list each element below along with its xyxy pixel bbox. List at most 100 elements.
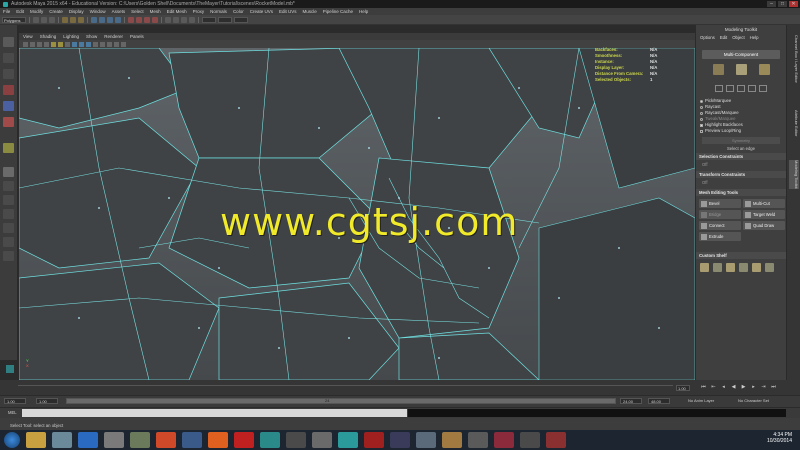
bevel-button[interactable]: Bevel: [699, 199, 741, 208]
target-weld-button[interactable]: Target Weld: [743, 210, 785, 219]
shelf-tool-icon[interactable]: [726, 263, 735, 272]
menu-help[interactable]: Help: [359, 9, 368, 14]
ipr-render-icon[interactable]: [181, 16, 187, 23]
layout-four-icon[interactable]: [3, 181, 14, 191]
screen-recorder-icon[interactable]: [546, 432, 566, 448]
render-icon[interactable]: [173, 16, 179, 23]
play-forwards-icon[interactable]: ▶: [740, 384, 747, 391]
menu-mesh[interactable]: Mesh: [150, 9, 161, 14]
toolkit-menu-edit[interactable]: Edit: [720, 35, 727, 40]
menu-window[interactable]: Window: [90, 9, 106, 14]
misc-app-icon[interactable]: [442, 432, 462, 448]
step-back-frame-icon[interactable]: ◂: [720, 384, 727, 391]
save-scene-icon[interactable]: [49, 16, 55, 23]
custom-shelf-header[interactable]: Custom Shelf: [696, 252, 786, 259]
wireframe-icon[interactable]: [72, 41, 77, 47]
vertex-mode-icon[interactable]: [712, 64, 724, 75]
maximize-button[interactable]: □: [778, 1, 787, 7]
edge-mask-icon[interactable]: [99, 16, 105, 23]
layout-side-icon[interactable]: [3, 195, 14, 205]
rotate-tool-icon[interactable]: [3, 101, 14, 111]
panel-menu-shading[interactable]: Shading: [40, 34, 57, 39]
extrude-button[interactable]: Extrude: [699, 232, 741, 241]
menu-muscle[interactable]: Muscle: [302, 9, 316, 14]
safe-action-icon[interactable]: [65, 41, 70, 47]
multi-cut-button[interactable]: Multi-Cut: [743, 199, 785, 208]
step-forward-frame-icon[interactable]: ▸: [750, 384, 757, 391]
layout-outliner-icon[interactable]: [3, 223, 14, 233]
edge-mode-icon[interactable]: [735, 64, 747, 75]
menu-display[interactable]: Display: [69, 9, 84, 14]
menu-file[interactable]: File: [3, 9, 10, 14]
film-gate-icon[interactable]: [51, 41, 56, 47]
tab-channel-box[interactable]: Channel Box / Layer Editor: [789, 35, 799, 83]
camera-attributes-icon[interactable]: [23, 41, 28, 47]
snap-grid-icon[interactable]: [128, 16, 134, 23]
anim-start-field[interactable]: 1.00: [4, 398, 26, 404]
animation-preferences-icon[interactable]: [6, 365, 14, 373]
maya-icon[interactable]: [338, 432, 358, 448]
render-settings-icon[interactable]: [189, 16, 195, 23]
face-mode-icon[interactable]: [758, 64, 770, 75]
menu-create-uvs[interactable]: Create UVs: [250, 9, 273, 14]
step-forward-key-icon[interactable]: ⇥: [760, 384, 767, 391]
lights-icon[interactable]: [100, 41, 105, 47]
snap-surface-icon[interactable]: [152, 16, 158, 23]
menu-pipeline-cache[interactable]: Pipeline Cache: [323, 9, 353, 14]
y-field[interactable]: [218, 16, 232, 23]
layout-graph-icon[interactable]: [3, 251, 14, 261]
menu-assets[interactable]: Assets: [112, 9, 126, 14]
menu-color[interactable]: Color: [233, 9, 244, 14]
tool-app-icon[interactable]: [312, 432, 332, 448]
media-player-icon[interactable]: [78, 432, 98, 448]
tab-attribute-editor[interactable]: Attribute Editor: [789, 110, 799, 136]
panel-menu-renderer[interactable]: Renderer: [104, 34, 123, 39]
menu-edit-uvs[interactable]: Edit UVs: [279, 9, 297, 14]
firefox-icon[interactable]: [208, 432, 228, 448]
layout-hypershade-icon[interactable]: [3, 237, 14, 247]
select-hierarchy-icon[interactable]: [62, 16, 68, 23]
selection-constraints-header[interactable]: Selection Constraints: [696, 153, 786, 160]
bridge-button[interactable]: Bridge: [699, 210, 741, 219]
command-input[interactable]: [22, 409, 407, 417]
menu-create[interactable]: Create: [49, 9, 63, 14]
marquee-select-icon[interactable]: [715, 85, 723, 92]
history-icon[interactable]: [165, 16, 171, 23]
toolkit-menu-help[interactable]: Help: [750, 35, 759, 40]
range-bar[interactable]: [66, 398, 616, 404]
go-to-end-icon[interactable]: ⏭: [770, 384, 777, 391]
gamepad-icon[interactable]: [130, 432, 150, 448]
grid-icon[interactable]: [44, 41, 49, 47]
shelf-tool-icon[interactable]: [700, 263, 709, 272]
shelf-tool-icon[interactable]: [752, 263, 761, 272]
step-back-key-icon[interactable]: ⇤: [710, 384, 717, 391]
toolkit-menu-object[interactable]: Object: [732, 35, 744, 40]
chrome-icon[interactable]: [156, 432, 176, 448]
snap-curve-icon[interactable]: [136, 16, 142, 23]
transform-constraints-value[interactable]: Off: [696, 178, 786, 187]
bookmark-icon[interactable]: [30, 41, 35, 47]
toolkit-menu-options[interactable]: Options: [700, 35, 715, 40]
open-scene-icon[interactable]: [41, 16, 47, 23]
calculator-icon[interactable]: [104, 432, 124, 448]
panel-menu-panels[interactable]: Panels: [130, 34, 144, 39]
menu-edit[interactable]: Edit: [16, 9, 24, 14]
last-tool-icon[interactable]: [3, 143, 14, 153]
paint-app-icon[interactable]: [52, 432, 72, 448]
move-icon[interactable]: [726, 85, 734, 92]
scale-tool-icon[interactable]: [3, 117, 14, 127]
new-scene-icon[interactable]: [33, 16, 39, 23]
opera-icon[interactable]: [234, 432, 254, 448]
symmetry-button[interactable]: Symmetry: [702, 137, 780, 144]
lasso-tool-icon[interactable]: [3, 53, 14, 63]
select-component-icon[interactable]: [78, 16, 84, 23]
menu-edit-mesh[interactable]: Edit Mesh: [167, 9, 187, 14]
shadows-icon[interactable]: [107, 41, 112, 47]
selection-constraints-value[interactable]: Off: [696, 160, 786, 169]
wireframe-on-shaded-icon[interactable]: [86, 41, 91, 47]
select-object-icon[interactable]: [70, 16, 76, 23]
scale-icon[interactable]: [748, 85, 756, 92]
clock-date[interactable]: 10/30/2014: [767, 438, 792, 444]
character-set-dropdown[interactable]: No Character Set: [738, 398, 769, 404]
after-effects-icon[interactable]: [390, 432, 410, 448]
